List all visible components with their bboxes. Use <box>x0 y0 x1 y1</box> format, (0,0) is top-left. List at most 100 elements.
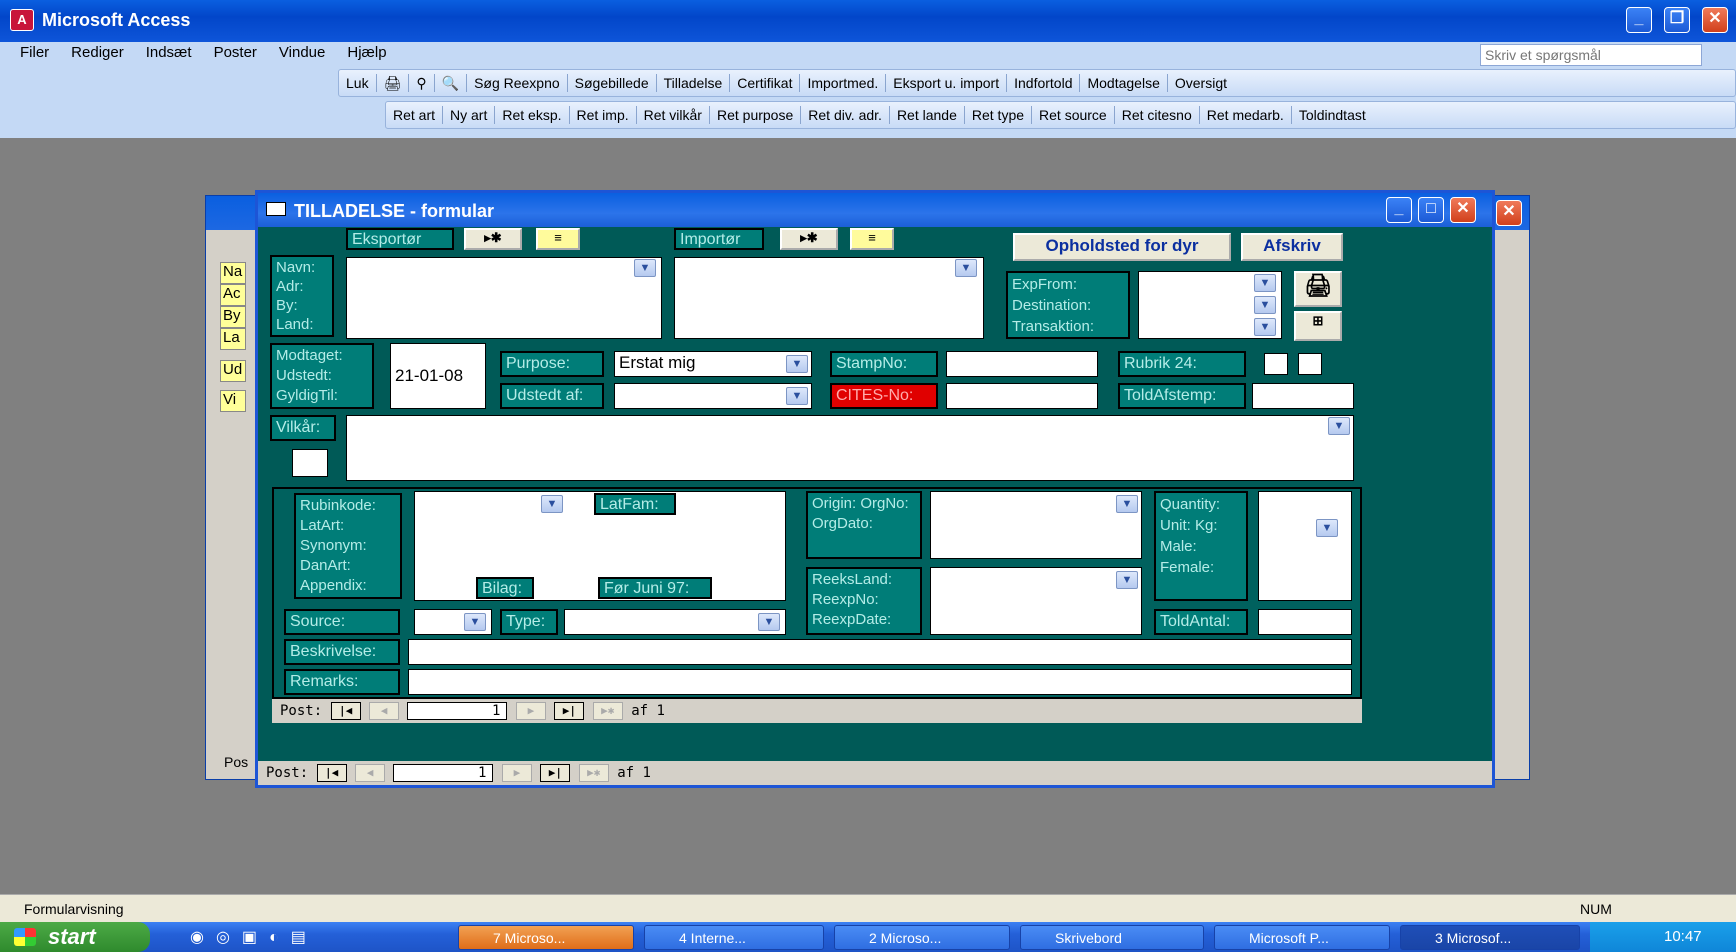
udstedt-date-field[interactable]: 21-01-08 <box>390 343 486 409</box>
close-icon[interactable]: ✕ <box>1496 200 1522 226</box>
taskbar-item-skrivebord[interactable]: Skrivebord <box>1020 925 1204 950</box>
tb-ret-citesno[interactable]: Ret citesno <box>1115 106 1200 124</box>
clock[interactable]: 10:47 <box>1664 928 1702 945</box>
vilkar-small-field[interactable] <box>292 449 328 477</box>
tilladelse-form-window[interactable]: TILLADELSE - formular _ □ ✕ Eksportør ▸✱… <box>255 190 1495 788</box>
minimize-icon[interactable]: _ <box>1386 197 1412 223</box>
chevron-down-icon[interactable]: ▼ <box>786 387 808 405</box>
quick-launch-icons[interactable]: ◉◎▣◐▤ <box>190 927 318 947</box>
tb-toldindtast[interactable]: Toldindtast <box>1292 106 1373 124</box>
tb-certifikat[interactable]: Certifikat <box>730 74 801 92</box>
taskbar-item-word[interactable]: 2 Microso... <box>834 925 1010 950</box>
relation-icon[interactable]: ⊞ <box>1294 311 1342 341</box>
cites-no-field[interactable] <box>946 383 1098 409</box>
tb-ret-lande[interactable]: Ret lande <box>890 106 965 124</box>
print-icon[interactable]: 🖨 <box>377 74 410 92</box>
tb-ret-source[interactable]: Ret source <box>1032 106 1115 124</box>
rubrik24-label: Rubrik 24: <box>1118 351 1246 377</box>
tb-ret-type[interactable]: Ret type <box>965 106 1033 124</box>
tb-ret-art[interactable]: Ret art <box>386 106 444 124</box>
ask-question-input[interactable]: Skriv et spørgsmål <box>1480 44 1702 66</box>
minimize-icon[interactable]: _ <box>1626 7 1652 33</box>
find-icon[interactable]: 🔍 <box>435 74 468 92</box>
menu-rediger[interactable]: Rediger <box>71 44 124 64</box>
taskbar-item-access[interactable]: 3 Microsof... <box>1400 925 1580 950</box>
type-select[interactable] <box>564 609 786 635</box>
tb-luk[interactable]: Luk <box>339 74 377 92</box>
last-record-icon[interactable]: ▶| <box>540 764 571 782</box>
last-record-icon[interactable]: ▶| <box>554 702 585 720</box>
close-icon[interactable]: ✕ <box>1450 197 1476 223</box>
tb-sog-reexpno[interactable]: Søg Reexpno <box>467 74 568 92</box>
filter-icon[interactable]: ⚲ <box>409 74 435 92</box>
tb-sogebillede[interactable]: Søgebillede <box>568 74 657 92</box>
quantity-field[interactable] <box>1258 491 1352 601</box>
tb-modtagelse[interactable]: Modtagelse <box>1080 74 1168 92</box>
chevron-down-icon[interactable]: ▼ <box>1116 571 1138 589</box>
tb-ret-purpose[interactable]: Ret purpose <box>710 106 802 124</box>
afskriv-button[interactable]: Afskriv <box>1241 233 1343 261</box>
tb-ret-medarb[interactable]: Ret medarb. <box>1200 106 1292 124</box>
chevron-down-icon[interactable]: ▼ <box>464 613 486 631</box>
toldantal-field[interactable] <box>1258 609 1352 635</box>
chevron-down-icon[interactable]: ▼ <box>758 613 780 631</box>
origin-field[interactable] <box>930 491 1142 559</box>
chevron-down-icon[interactable]: ▼ <box>634 259 656 277</box>
importor-address-field[interactable] <box>674 257 984 339</box>
tb-ret-imp[interactable]: Ret imp. <box>570 106 637 124</box>
menu-poster[interactable]: Poster <box>214 44 257 64</box>
vilkar-memo-field[interactable] <box>346 415 1354 481</box>
rubrik24-checkbox-2[interactable] <box>1298 353 1322 375</box>
first-record-icon[interactable]: |◀ <box>316 764 347 782</box>
chevron-down-icon[interactable]: ▼ <box>541 495 563 513</box>
tb-indfortold[interactable]: Indfortold <box>1007 74 1081 92</box>
reeksland-field[interactable] <box>930 567 1142 635</box>
remarks-field[interactable] <box>408 669 1352 695</box>
purpose-select[interactable]: Erstat mig <box>614 351 812 377</box>
udstedt-af-select[interactable] <box>614 383 812 409</box>
record-number-field[interactable]: 1 <box>407 702 508 720</box>
menu-vindue[interactable]: Vindue <box>279 44 325 64</box>
taskbar-item-internet[interactable]: 4 Interne... <box>644 925 824 950</box>
new-record-icon[interactable]: ▸✱ <box>464 228 522 250</box>
first-record-icon[interactable]: |◀ <box>330 702 361 720</box>
chevron-down-icon[interactable]: ▼ <box>1254 296 1276 314</box>
tb-ret-eksp[interactable]: Ret eksp. <box>495 106 570 124</box>
opholdsted-button[interactable]: Opholdsted for dyr <box>1013 233 1231 261</box>
rubrik24-checkbox[interactable] <box>1264 353 1288 375</box>
chevron-down-icon[interactable]: ▼ <box>1328 417 1350 435</box>
close-icon[interactable]: ✕ <box>1702 7 1728 33</box>
tb-ret-div-adr[interactable]: Ret div. adr. <box>801 106 890 124</box>
menu-indsaet[interactable]: Indsæt <box>146 44 192 64</box>
app-title-bar: A Microsoft Access _ ❐ ✕ <box>0 0 1736 42</box>
prev-record-icon: ◀ <box>369 702 400 720</box>
toldafstemp-field[interactable] <box>1252 383 1354 409</box>
tb-oversigt[interactable]: Oversigt <box>1168 74 1234 92</box>
tb-eksport[interactable]: Eksport u. import <box>886 74 1008 92</box>
menu-filer[interactable]: Filer <box>20 44 49 64</box>
beskrivelse-field[interactable] <box>408 639 1352 665</box>
taskbar-item-powerpoint[interactable]: Microsoft P... <box>1214 925 1390 950</box>
eksportor-address-field[interactable] <box>346 257 662 339</box>
tb-tilladelse[interactable]: Tilladelse <box>657 74 731 92</box>
chevron-down-icon[interactable]: ▼ <box>1254 274 1276 292</box>
tb-ny-art[interactable]: Ny art <box>443 106 496 124</box>
chevron-down-icon[interactable]: ▼ <box>1254 318 1276 336</box>
chevron-down-icon[interactable]: ▼ <box>786 355 808 373</box>
tb-importmed[interactable]: Importmed. <box>800 74 887 92</box>
maximize-icon[interactable]: □ <box>1418 197 1444 223</box>
menu-hjaelp[interactable]: Hjælp <box>347 44 386 64</box>
note-icon[interactable]: ≡ <box>850 228 894 250</box>
restore-icon[interactable]: ❐ <box>1664 7 1690 33</box>
chevron-down-icon[interactable]: ▼ <box>955 259 977 277</box>
record-number-field[interactable]: 1 <box>393 764 494 782</box>
stampno-field[interactable] <box>946 351 1098 377</box>
tb-ret-vilkar[interactable]: Ret vilkår <box>637 106 710 124</box>
print-icon[interactable]: 🖨 <box>1294 271 1342 307</box>
chevron-down-icon[interactable]: ▼ <box>1116 495 1138 513</box>
note-icon[interactable]: ≡ <box>536 228 580 250</box>
taskbar-item-outlook[interactable]: 7 Microso... <box>458 925 634 950</box>
chevron-down-icon[interactable]: ▼ <box>1316 519 1338 537</box>
system-tray: 10:47 <box>1590 922 1736 952</box>
new-record-icon[interactable]: ▸✱ <box>780 228 838 250</box>
